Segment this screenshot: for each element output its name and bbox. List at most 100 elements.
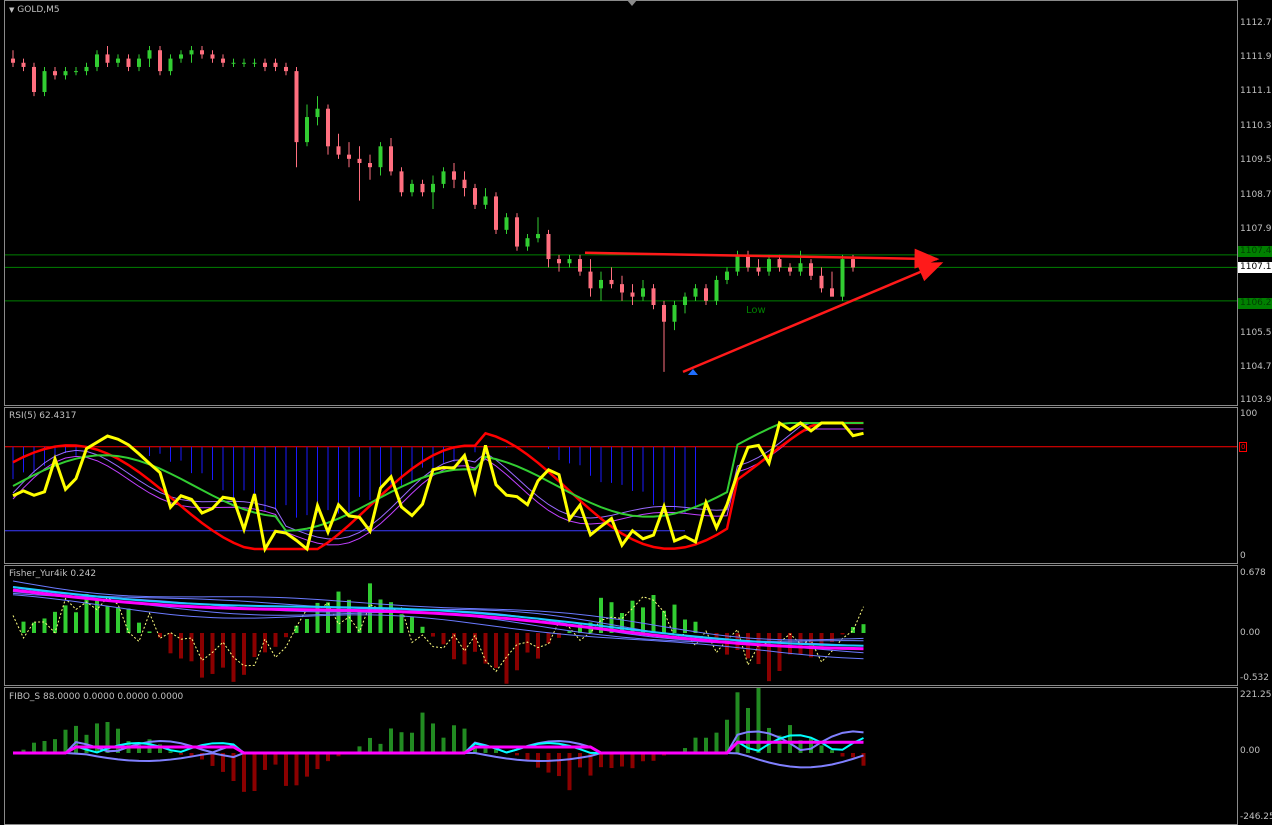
candle-body: [273, 62, 278, 67]
candle-body: [599, 279, 603, 289]
fisher-hist-bar: [399, 614, 404, 633]
fisher-hist-bar: [861, 624, 866, 633]
price-tick: 1108.75: [1240, 190, 1272, 200]
candle-body: [588, 271, 593, 289]
candle-body: [336, 146, 341, 155]
candle-body: [420, 183, 425, 193]
rsi-slow-line: [12, 421, 864, 551]
fibo-hist-bar: [168, 751, 173, 753]
fisher-hist-bar: [756, 633, 761, 665]
candle-body: [410, 183, 414, 193]
candle-body: [725, 271, 729, 280]
candle-body: [84, 66, 89, 72]
fibo-chart[interactable]: [5, 688, 1237, 824]
low-label: Low: [746, 305, 766, 316]
chart-menu-icon[interactable]: ▼: [9, 6, 14, 14]
fibo-hist-bar: [578, 753, 582, 768]
fisher-hist-bar: [389, 602, 393, 633]
candle-body: [116, 58, 120, 63]
fisher-tick: -0.532: [1240, 673, 1270, 683]
fisher-hist-bar: [263, 633, 267, 653]
price-tick: 1111.15: [1240, 86, 1272, 96]
price-pane[interactable]: ▼ GOLD,M5 Low: [4, 0, 1238, 406]
fisher-hist-bar: [116, 607, 120, 633]
fisher-hist-bar: [221, 633, 225, 668]
fisher-hist-bar: [200, 633, 204, 678]
candle-body: [735, 254, 740, 272]
candle-body: [641, 288, 645, 297]
rsi-chart[interactable]: [5, 408, 1237, 563]
fibo-hist-bar: [273, 753, 278, 765]
fisher-chart[interactable]: [5, 566, 1237, 685]
candle-body: [326, 108, 330, 147]
fibo-hist-bar: [315, 753, 320, 770]
candle-body: [95, 54, 99, 67]
candle-body: [74, 71, 78, 73]
scroll-marker-icon[interactable]: [627, 0, 637, 6]
fibo-tick: -246.25: [1240, 812, 1272, 822]
fisher-hist-bar: [662, 610, 666, 633]
candle-body: [567, 259, 572, 264]
rsi-scale: 100 0 0: [1238, 407, 1272, 564]
candle-body: [305, 117, 309, 143]
fisher-hist-bar: [483, 633, 488, 664]
candle-body: [473, 188, 477, 205]
candle-body: [525, 238, 530, 247]
fibo-title: FIBO_S 88.0000 0.0000 0.0000 0.0000: [9, 692, 184, 702]
candle-body: [126, 58, 131, 67]
fibo-hist-bar: [767, 727, 771, 753]
fibo-hist-bar: [389, 728, 393, 753]
fisher-hist-bar: [515, 633, 519, 671]
price-tick: 1105.55: [1240, 328, 1272, 338]
candle-body: [578, 259, 582, 272]
candle-body: [210, 54, 215, 59]
candle-body: [756, 267, 761, 272]
fisher-hist-bar: [357, 610, 362, 633]
fibo-hist-bar: [410, 732, 414, 753]
candle-body: [546, 234, 551, 260]
fisher-hist-bar: [431, 633, 435, 637]
fisher-title: Fisher_Yur4ik 0.242: [9, 569, 97, 579]
fibo-hist-bar: [242, 753, 246, 792]
candle-body: [179, 54, 183, 59]
fisher-hist-bar: [74, 612, 78, 633]
fisher-hist-bar: [179, 633, 183, 659]
candle-body: [620, 284, 624, 293]
fibo-hist-bar: [42, 740, 47, 753]
fibo-hist-bar: [830, 750, 834, 753]
candle-body: [252, 62, 257, 64]
fibo-lower-band: [13, 752, 864, 769]
current-price-box: 1107.10: [1238, 262, 1272, 273]
fisher-hist-bar: [305, 618, 309, 633]
fisher-pane[interactable]: Fisher_Yur4ik 0.242: [4, 565, 1238, 686]
fisher-hist-bar: [536, 633, 540, 659]
fisher-hist-bar: [525, 633, 530, 653]
price-tick: 1103.95: [1240, 395, 1272, 405]
candle-body: [315, 108, 320, 118]
candle-body: [399, 171, 404, 193]
candle-body: [515, 217, 519, 247]
candle-body: [536, 234, 540, 239]
fibo-hist-bar: [431, 723, 435, 753]
fibo-hist-bar: [179, 753, 183, 755]
fibo-hist-bar: [819, 745, 824, 753]
fibo-hist-bar: [32, 742, 36, 753]
candle-body: [200, 50, 204, 55]
price-tick: 1111.95: [1240, 52, 1272, 62]
fibo-hist-bar: [305, 753, 309, 777]
fibo-hist-bar: [252, 753, 257, 791]
candle-body: [672, 305, 677, 322]
candle-body: [830, 288, 834, 297]
rsi-pane[interactable]: RSI(5) 62.4317: [4, 407, 1238, 564]
candle-body: [389, 146, 393, 172]
candle-body: [462, 179, 467, 189]
fisher-hist-bar: [147, 631, 152, 633]
fibo-hist-bar: [210, 753, 215, 766]
fibo-hist-bar: [609, 753, 614, 768]
fisher-hist-bar: [42, 618, 47, 633]
price-scale: 1112.75 1111.95 1111.15 1110.35 1109.55 …: [1238, 0, 1272, 406]
fibo-hist-bar: [515, 753, 519, 756]
price-chart[interactable]: [5, 1, 1237, 405]
fisher-tick: 0.00: [1240, 628, 1261, 638]
fibo-pane[interactable]: FIBO_S 88.0000 0.0000 0.0000 0.0000: [4, 687, 1238, 825]
